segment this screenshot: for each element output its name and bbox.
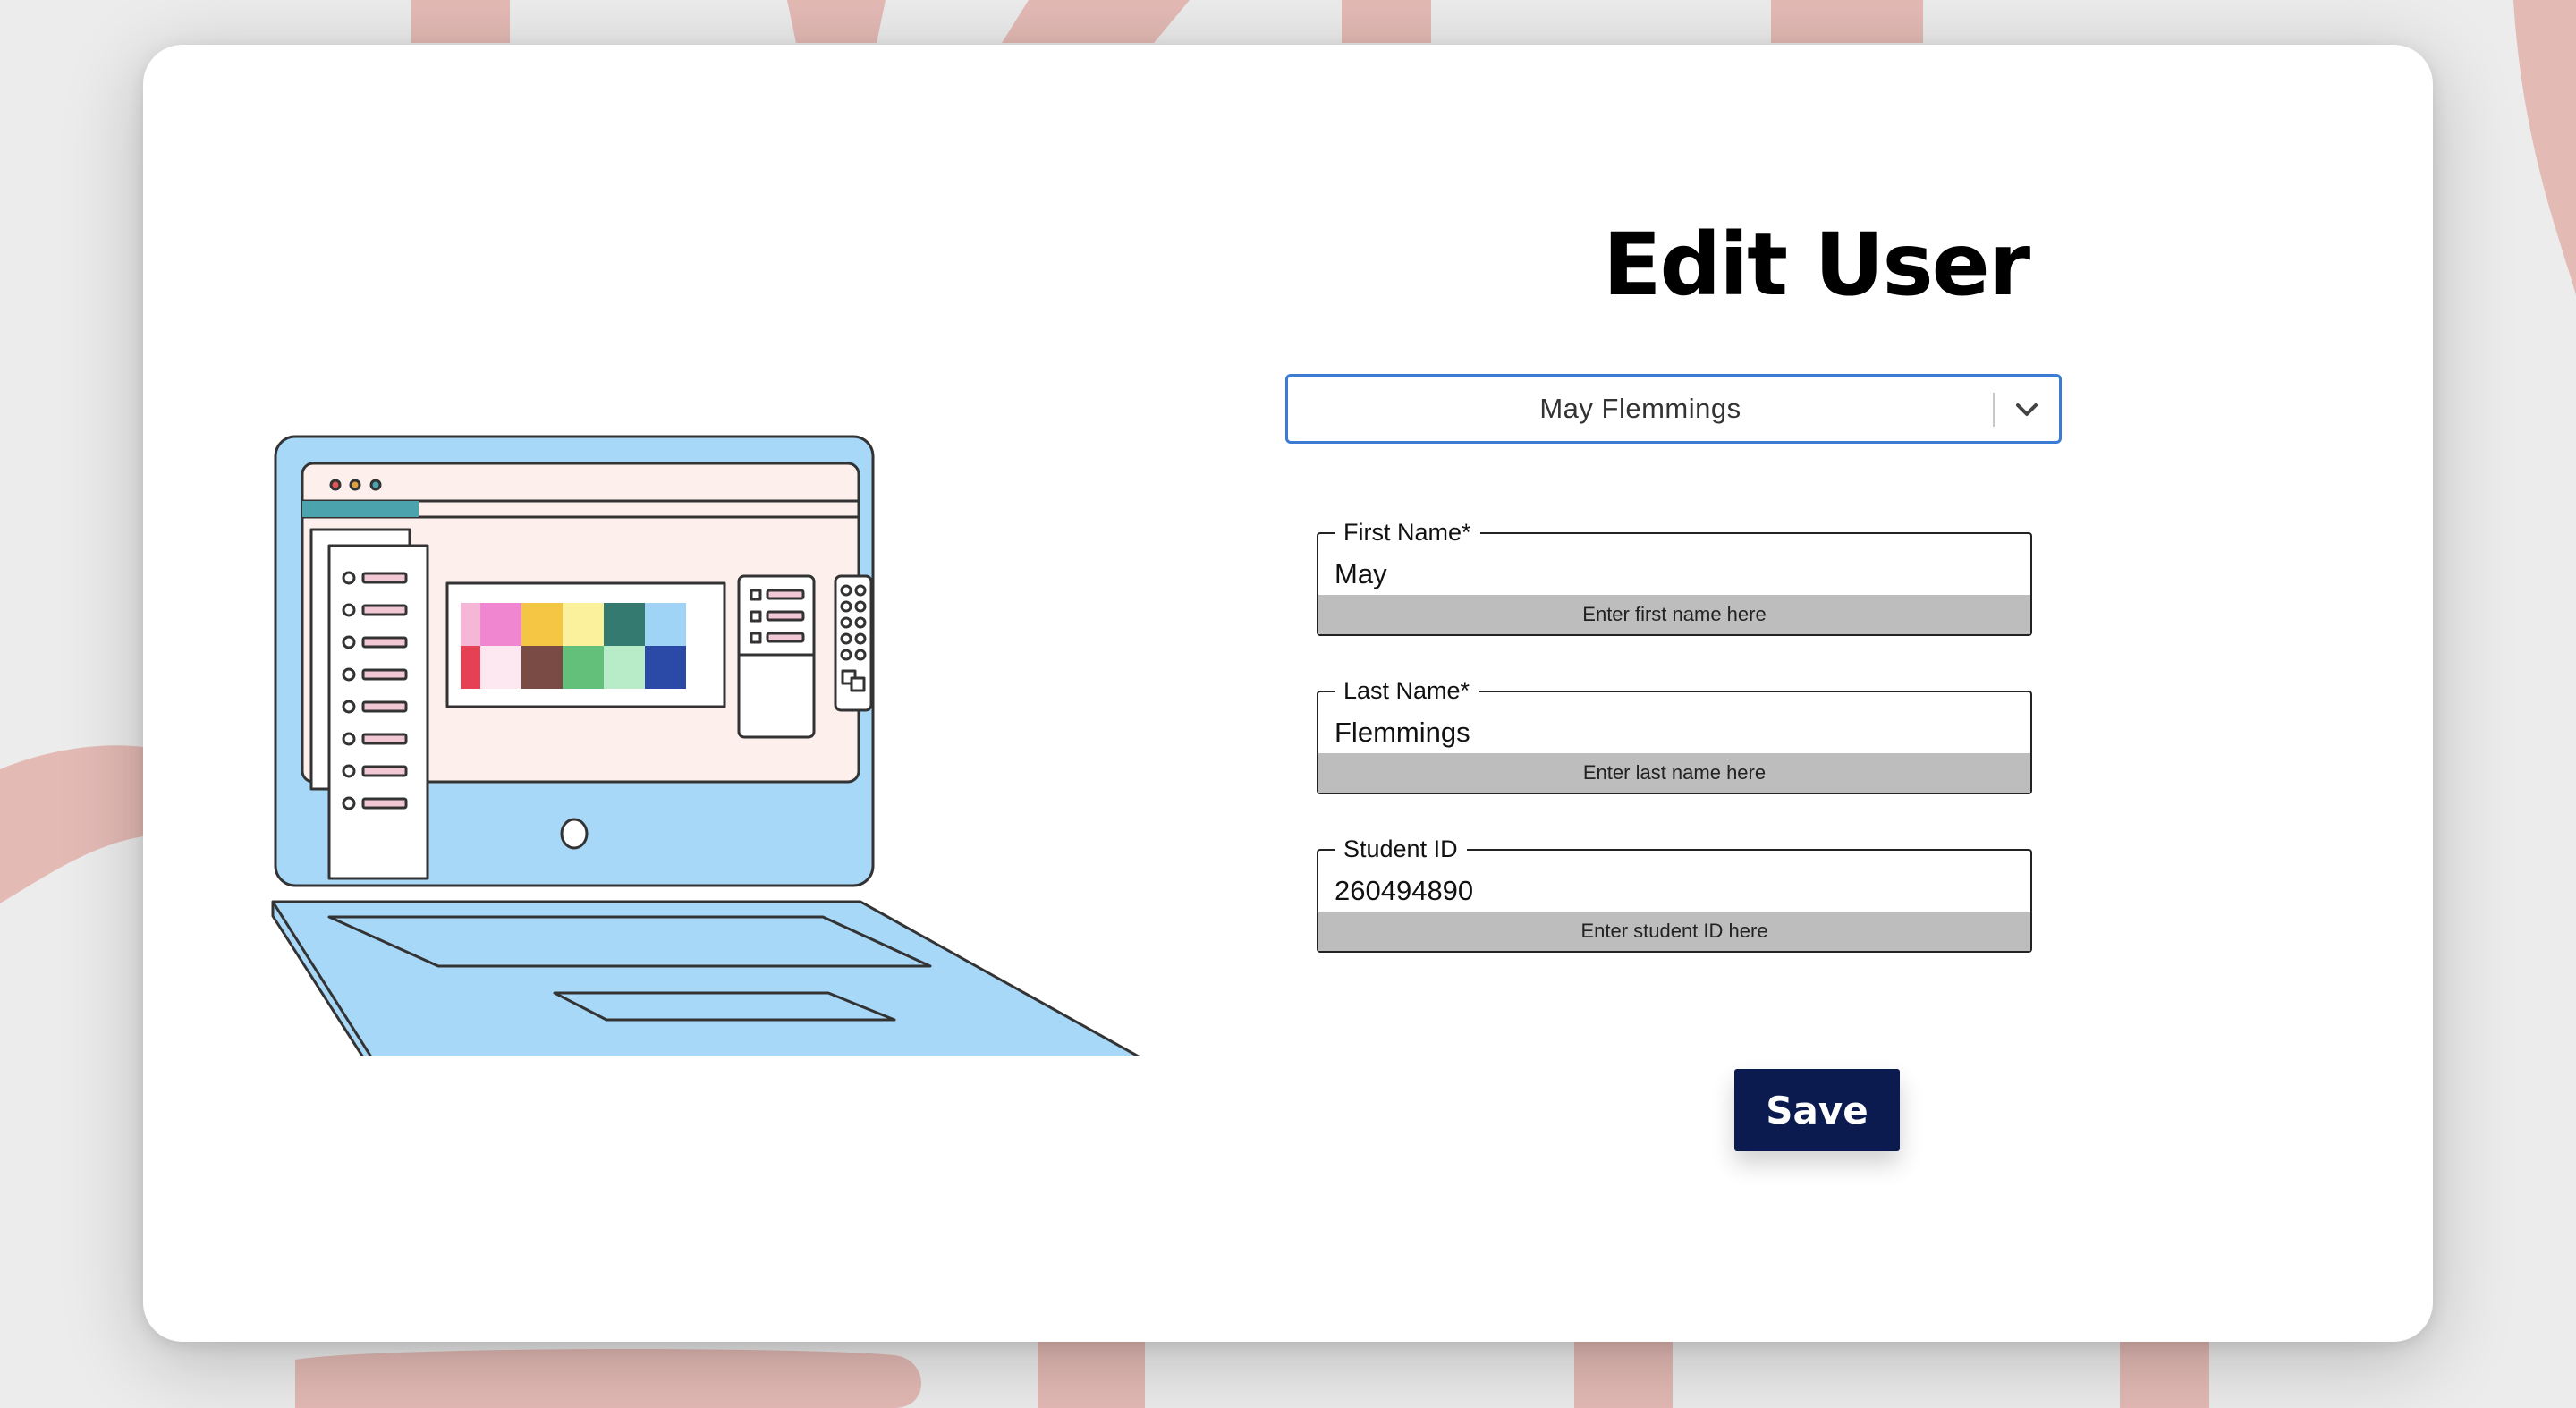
edit-user-card: Edit User May Flemmings First Name* Ente…: [143, 45, 2433, 1342]
last-name-input[interactable]: [1318, 710, 2014, 755]
student-id-label: Student ID: [1335, 831, 1467, 867]
last-name-field: Last Name* Enter last name here: [1317, 673, 2032, 794]
laptop-illustration: [271, 435, 1140, 1056]
student-id-input[interactable]: [1318, 869, 2014, 913]
dropdown-separator: [1993, 393, 1995, 427]
first-name-helper: Enter first name here: [1318, 595, 2030, 634]
last-name-helper: Enter last name here: [1318, 753, 2030, 793]
user-select-value: May Flemmings: [1539, 393, 1741, 424]
student-id-helper: Enter student ID here: [1318, 912, 2030, 951]
student-id-field: Student ID Enter student ID here: [1317, 831, 2032, 953]
save-button[interactable]: Save: [1734, 1069, 1900, 1151]
first-name-input[interactable]: [1318, 552, 2014, 597]
last-name-label: Last Name*: [1335, 673, 1479, 708]
chevron-down-icon[interactable]: [2009, 393, 2045, 427]
first-name-field: First Name* Enter first name here: [1317, 514, 2032, 636]
first-name-label: First Name*: [1335, 514, 1480, 550]
page-title: Edit User: [1602, 215, 2030, 315]
user-select-dropdown[interactable]: May Flemmings: [1285, 374, 2062, 444]
